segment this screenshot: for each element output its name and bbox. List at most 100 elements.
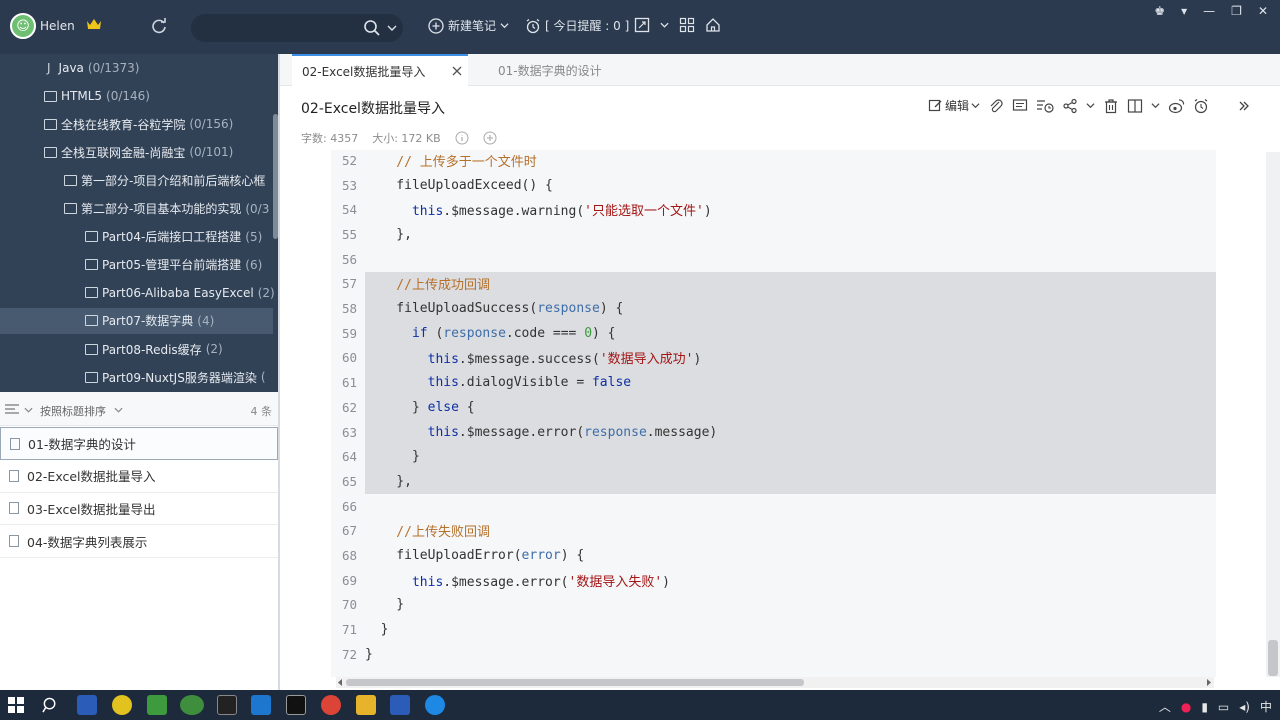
folder-icon bbox=[85, 259, 98, 271]
weibo-share-icon[interactable] bbox=[1168, 98, 1185, 114]
sidebar-divider[interactable] bbox=[278, 54, 280, 690]
trash-icon[interactable] bbox=[1103, 98, 1119, 114]
close-icon[interactable]: ✕ bbox=[1258, 4, 1268, 18]
app-icon-1[interactable] bbox=[112, 695, 132, 715]
code-token: .message) bbox=[646, 424, 718, 440]
chevron-up-icon[interactable]: ︿ bbox=[1159, 698, 1171, 715]
vscode-app-icon[interactable] bbox=[251, 695, 271, 715]
list-view-icon[interactable] bbox=[5, 404, 19, 414]
app-icon-2[interactable] bbox=[147, 695, 167, 715]
note-list-item[interactable]: 04-数据字典列表展示 bbox=[0, 525, 278, 559]
reminder-label: [ 今日提醒 : 0 ] bbox=[545, 19, 630, 33]
tree-node[interactable]: 第一部分-项目介绍和前后端核心框 bbox=[64, 167, 269, 193]
wechat-app-icon[interactable] bbox=[180, 695, 204, 715]
chevron-down-icon[interactable] bbox=[1086, 101, 1095, 110]
tree-node-count: (0/1373) bbox=[87, 61, 140, 75]
ime-indicator[interactable]: 中 bbox=[1260, 698, 1272, 715]
note-list-item[interactable]: 03-Excel数据批量导出 bbox=[0, 492, 278, 526]
tree-node[interactable]: 第二部分-项目基本功能的实现 (0/3 bbox=[64, 196, 269, 222]
horizontal-scrollbar[interactable] bbox=[336, 677, 1214, 688]
code-token: this bbox=[365, 352, 459, 368]
chevron-down-icon[interactable] bbox=[114, 406, 123, 414]
tree-node[interactable]: Part06-Alibaba EasyExcel (2) bbox=[85, 280, 275, 306]
chevron-down-icon[interactable] bbox=[1151, 101, 1160, 110]
dropdown-menu-icon[interactable]: ▾ bbox=[1181, 4, 1187, 18]
tree-node[interactable]: Part05-管理平台前端搭建 (6) bbox=[85, 252, 262, 278]
search-box[interactable] bbox=[191, 14, 403, 42]
windows-start-icon[interactable] bbox=[8, 697, 24, 713]
note-list-item[interactable]: 01-数据字典的设计 bbox=[0, 427, 278, 460]
alarm-clock-icon[interactable] bbox=[1193, 98, 1209, 114]
tray-app-icon[interactable]: ● bbox=[1181, 700, 1191, 714]
top-bar: ☺ Helen 新建笔记 [ 今日提醒 : 0 ] ♚ ▾ — ❐ ✕ bbox=[0, 0, 1280, 54]
home-icon[interactable] bbox=[705, 17, 721, 33]
scroll-thumb[interactable] bbox=[346, 679, 804, 686]
code-line: 65 }, bbox=[331, 469, 1216, 494]
minimize-icon[interactable]: — bbox=[1203, 4, 1215, 18]
volume-icon[interactable]: ◂) bbox=[1239, 700, 1250, 714]
chevron-down-icon[interactable] bbox=[24, 406, 33, 414]
tree-node[interactable]: Part09-NuxtJS服务器端渲染( bbox=[85, 364, 266, 390]
usb-icon[interactable]: ▮ bbox=[1201, 700, 1208, 714]
tree-node[interactable]: 全栈互联网金融-尚融宝 (0/101) bbox=[44, 139, 233, 165]
reminder-button[interactable]: [ 今日提醒 : 0 ] bbox=[525, 17, 629, 34]
app-icon-3[interactable] bbox=[425, 695, 445, 715]
tree-node[interactable]: Part04-后端接口工程搭建 (5) bbox=[85, 224, 262, 250]
search-icon[interactable] bbox=[363, 19, 381, 37]
tree-node-label: 第一部分-项目介绍和前后端核心框 bbox=[81, 173, 266, 188]
line-number: 54 bbox=[341, 202, 357, 218]
username[interactable]: Helen bbox=[40, 19, 75, 33]
info-icon[interactable] bbox=[455, 131, 469, 145]
code-token: fileUploadExceed() { bbox=[365, 177, 553, 193]
word-app-icon[interactable] bbox=[390, 695, 410, 715]
scroll-left-icon[interactable] bbox=[337, 679, 344, 686]
search-icon[interactable] bbox=[42, 697, 59, 714]
terminal-app-icon[interactable] bbox=[286, 695, 306, 715]
intellij-app-icon[interactable] bbox=[217, 695, 237, 715]
grid-apps-icon[interactable] bbox=[679, 17, 695, 33]
vertical-scrollbar[interactable] bbox=[1266, 152, 1280, 677]
code-block[interactable]: 52 // 上传多于一个文件时 53 fileUploadExceed() {54… bbox=[331, 150, 1216, 677]
code-token: error bbox=[521, 548, 561, 564]
restore-icon[interactable]: ❐ bbox=[1231, 4, 1242, 18]
code-line: 57 //上传成功回调 bbox=[331, 271, 1216, 297]
comment-icon[interactable] bbox=[1012, 98, 1028, 114]
tree-node[interactable]: J Java (0/1373) bbox=[44, 55, 140, 81]
edit-button[interactable]: 编辑 bbox=[928, 97, 980, 114]
folder-icon bbox=[85, 287, 98, 299]
tab-inactive[interactable]: 01-数据字典的设计 bbox=[498, 54, 602, 86]
add-tag-icon[interactable] bbox=[483, 131, 497, 145]
code-token: .$message.warning( bbox=[443, 204, 585, 220]
note-list-item[interactable]: 02-Excel数据批量导入 bbox=[0, 460, 278, 493]
tree-node-count: (5) bbox=[245, 229, 263, 244]
scroll-right-icon[interactable] bbox=[1205, 679, 1212, 686]
sort-label[interactable]: 按照标题排序 bbox=[40, 403, 106, 419]
attachment-icon[interactable] bbox=[988, 98, 1004, 114]
document-title[interactable]: 02-Excel数据批量导入 bbox=[301, 98, 445, 118]
chevron-down-icon[interactable] bbox=[387, 23, 397, 33]
close-tab-icon[interactable] bbox=[452, 66, 462, 76]
history-icon[interactable] bbox=[1036, 98, 1054, 114]
tree-node[interactable]: HTML5 (0/146) bbox=[44, 83, 150, 109]
chevron-down-icon[interactable] bbox=[660, 17, 669, 33]
file-explorer-icon[interactable] bbox=[356, 695, 376, 715]
split-view-icon[interactable] bbox=[1127, 98, 1143, 114]
fullscreen-icon[interactable] bbox=[634, 17, 650, 33]
chrome-app-icon[interactable] bbox=[321, 695, 341, 715]
skin-icon[interactable]: ♚ bbox=[1154, 4, 1165, 18]
network-icon[interactable]: ▭ bbox=[1218, 700, 1229, 714]
crown-icon[interactable] bbox=[86, 17, 102, 31]
user-avatar[interactable]: ☺ bbox=[10, 13, 36, 39]
tree-node[interactable]: Part08-Redis缓存 (2) bbox=[85, 336, 223, 362]
line-number: 68 bbox=[341, 548, 357, 564]
word-app-icon[interactable] bbox=[77, 695, 97, 715]
share-icon[interactable] bbox=[1062, 98, 1078, 114]
scroll-thumb[interactable] bbox=[1268, 640, 1278, 676]
notebook-tree: J Java (0/1373) HTML5 (0/146) 全栈在线教育-谷粒学院 (0/1… bbox=[0, 54, 278, 392]
expand-more-icon[interactable] bbox=[1231, 98, 1253, 114]
tree-node[interactable]: Part07-数据字典 (4) bbox=[0, 307, 273, 334]
tree-node[interactable]: 全栈在线教育-谷粒学院 (0/156) bbox=[44, 111, 233, 137]
tab-active[interactable]: 02-Excel数据批量导入 bbox=[292, 54, 468, 86]
new-note-button[interactable]: 新建笔记 bbox=[428, 17, 509, 34]
sync-icon[interactable] bbox=[150, 17, 168, 35]
